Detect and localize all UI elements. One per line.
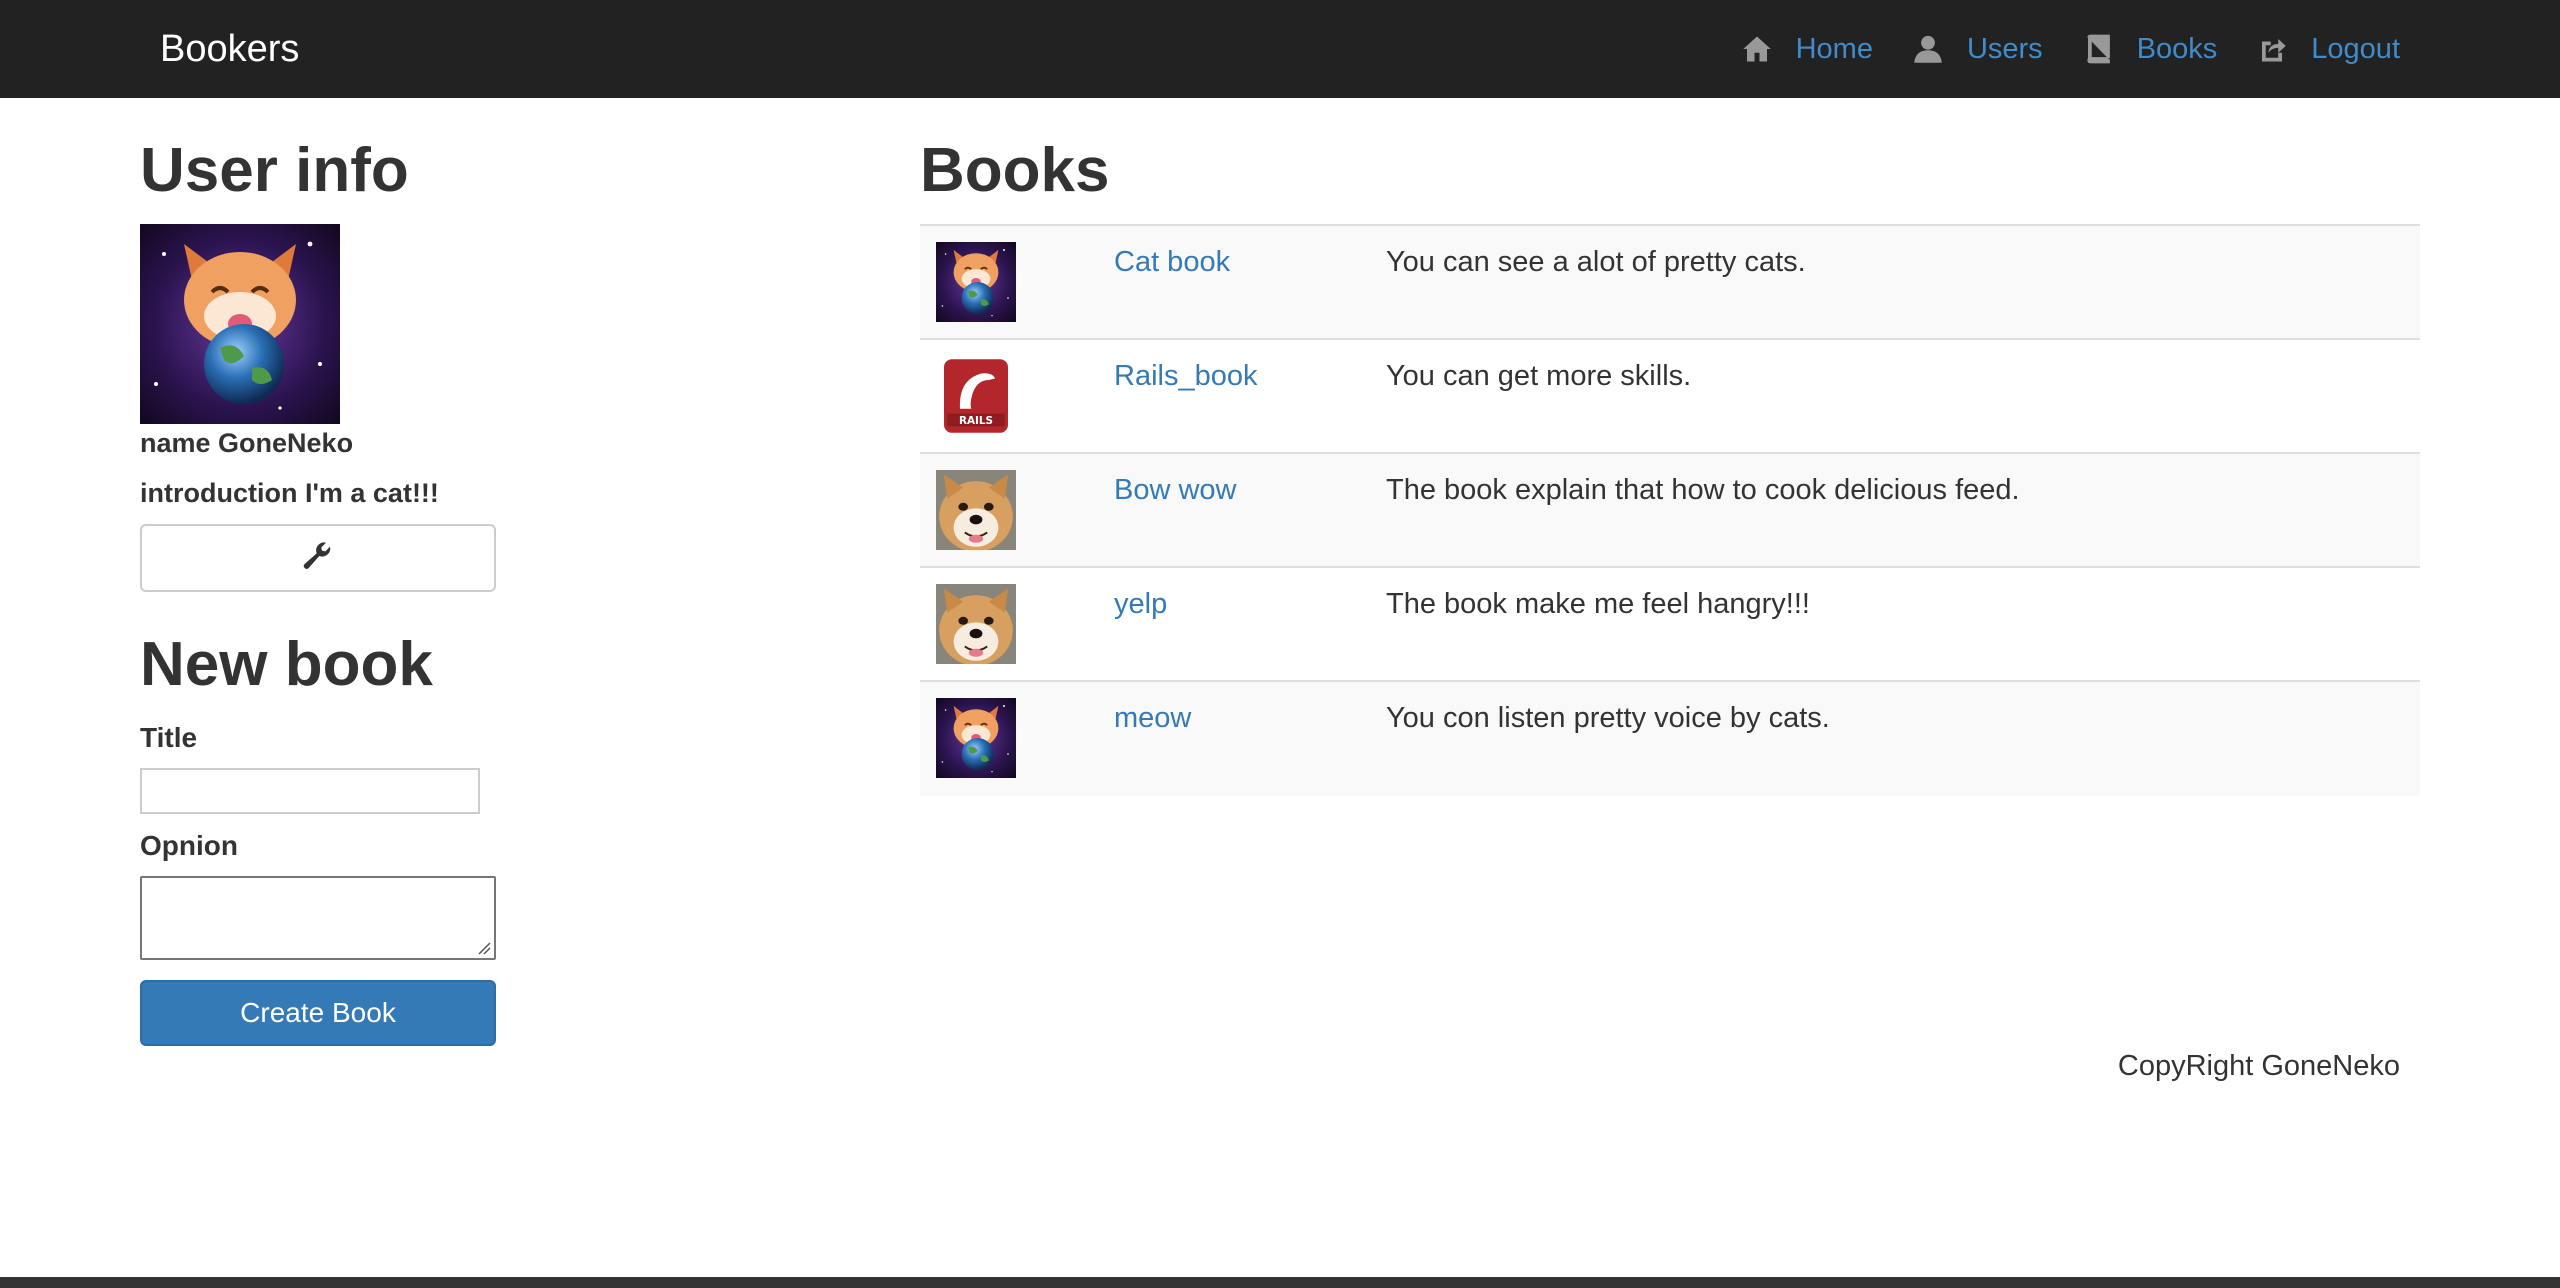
table-row: Cat book You can see a alot of pretty ca…: [920, 226, 2420, 340]
title-input[interactable]: [140, 768, 480, 814]
nav-menu: Home Users Books Logout: [1702, 0, 2400, 98]
table-row: meow You con listen pretty voice by cats…: [920, 682, 2420, 796]
nav-label-books[interactable]: Books: [2137, 33, 2218, 66]
book-thumbnail[interactable]: [936, 356, 1016, 436]
nav-label-users[interactable]: Users: [1967, 33, 2043, 66]
books-heading: Books: [920, 136, 1110, 205]
user-name: name GoneNeko: [140, 428, 354, 458]
book-thumbnail[interactable]: [936, 470, 1016, 550]
table-row: Bow wow The book explain that how to coo…: [920, 454, 2420, 568]
table-row: Rails_book You can get more skills.: [920, 340, 2420, 454]
nav-item-users[interactable]: Users: [1911, 32, 2043, 66]
books-table: Cat book You can see a alot of pretty ca…: [920, 224, 2420, 796]
book-title-link[interactable]: Rails_book: [1114, 360, 1257, 393]
book-thumbnail[interactable]: [936, 242, 1016, 322]
logout-icon: [2255, 32, 2289, 66]
brand-logo[interactable]: Bookers: [160, 0, 299, 98]
book-opinion: You can see a alot of pretty cats.: [1386, 246, 1806, 278]
new-book-heading: New book: [140, 630, 433, 699]
book-title-link[interactable]: yelp: [1114, 588, 1167, 621]
book-thumbnail[interactable]: [936, 698, 1016, 778]
avatar: [140, 224, 340, 424]
opinion-label: Opnion: [140, 830, 238, 861]
create-book-button[interactable]: Create Book: [140, 980, 496, 1046]
book-opinion: The book explain that how to cook delici…: [1386, 474, 2020, 506]
book-title-link[interactable]: meow: [1114, 702, 1191, 735]
edit-profile-button[interactable]: [140, 524, 496, 592]
wrench-icon: [302, 540, 334, 577]
user-icon: [1911, 32, 1945, 66]
book-icon: [2081, 32, 2115, 66]
book-opinion: The book make me feel hangry!!!: [1386, 588, 1810, 620]
nav-label-home[interactable]: Home: [1796, 33, 1873, 66]
nav-item-home[interactable]: Home: [1740, 32, 1873, 66]
resize-handle-icon[interactable]: [477, 941, 491, 955]
home-icon: [1740, 32, 1774, 66]
nav-item-logout[interactable]: Logout: [2255, 32, 2400, 66]
nav-label-logout[interactable]: Logout: [2311, 33, 2400, 66]
user-info-heading: User info: [140, 136, 409, 205]
book-title-link[interactable]: Cat book: [1114, 246, 1230, 279]
footer-bar: [0, 1277, 2560, 1288]
table-row: yelp The book make me feel hangry!!!: [920, 568, 2420, 682]
book-title-link[interactable]: Bow wow: [1114, 474, 1237, 507]
book-opinion: You con listen pretty voice by cats.: [1386, 702, 1830, 734]
opinion-textarea[interactable]: [140, 876, 496, 960]
copyright-text: CopyRight GoneNeko: [2117, 1050, 2400, 1082]
book-thumbnail[interactable]: [936, 584, 1016, 664]
book-opinion: You can get more skills.: [1386, 360, 1692, 392]
nav-item-books[interactable]: Books: [2081, 32, 2218, 66]
title-label: Title: [140, 722, 198, 753]
top-navbar: Bookers Home Users Books Logout: [0, 0, 2560, 98]
user-introduction: introduction I'm a cat!!!: [140, 478, 439, 508]
